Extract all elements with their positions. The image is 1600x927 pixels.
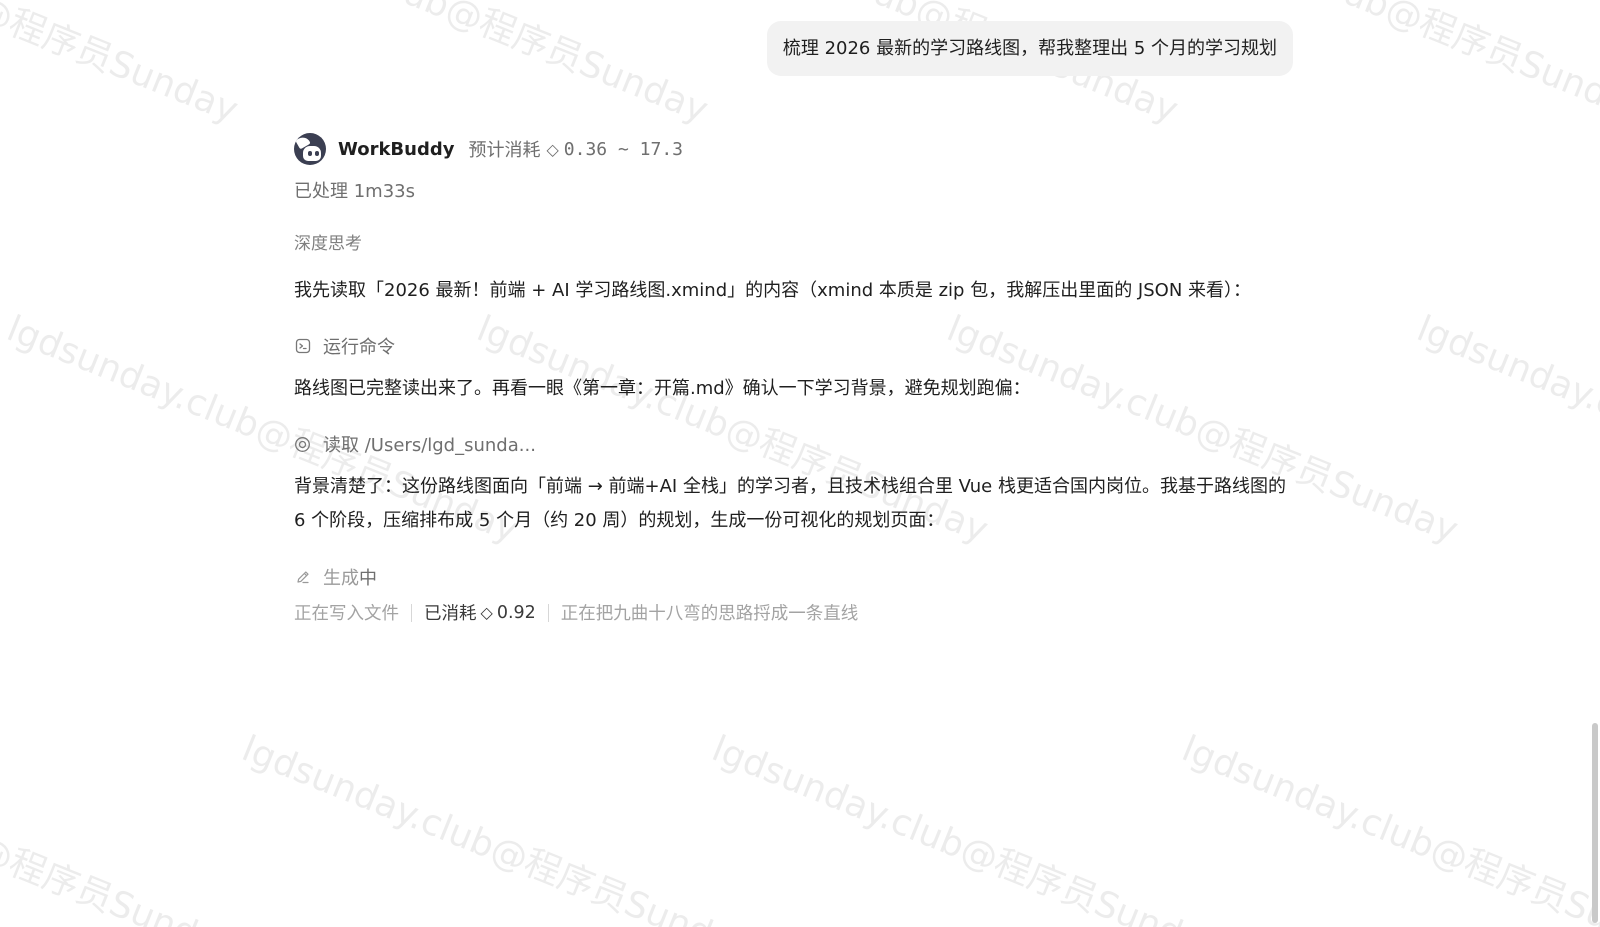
status-writing: 正在写入文件 (294, 604, 399, 624)
assistant-message: WorkBuddy 预计消耗 ◇ 0.36 ~ 17.3 已处理 1m33s 深… (294, 133, 1294, 624)
watermark: lgdsunday.club@程序员Sunday (236, 728, 759, 927)
status-thinking: 正在把九曲十八弯的思路捋成一条直线 (560, 604, 859, 624)
diamond-icon: ◇ (546, 139, 559, 159)
generating-suffix: 中 (359, 568, 377, 589)
status-separator (547, 603, 549, 622)
status-bar: 正在写入文件 已消耗 ◇ 0.92 正在把九曲十八弯的思路捋成一条直线 (294, 600, 858, 625)
chat-page: lgdsunday.club@程序员Sunday lgdsunday.club@… (0, 0, 1600, 927)
status-spent-value: 0.92 (496, 602, 536, 623)
generating-prefix: 生成 (323, 568, 359, 589)
tool-run-command-label: 运行命令 (323, 337, 395, 358)
tool-read-file-label: 读取 /Users/lgd_sunda... (323, 435, 536, 456)
assistant-text: 背景清楚了：这份路线图面向「前端 → 前端+AI 全栈」的学习者，且技术栈组合里… (294, 476, 1286, 531)
diamond-icon: ◇ (480, 603, 493, 622)
assistant-name: WorkBuddy (338, 138, 455, 160)
tool-read-file[interactable]: 读取 /Users/lgd_sunda... (294, 431, 536, 457)
assistant-text: 我先读取「2026 最新！前端 + AI 学习路线图.xmind」的内容（xmi… (294, 280, 1252, 301)
assistant-text: 路线图已完整读出来了。再看一眼《第一章：开篇.md》确认一下学习背景，避免规划跑… (294, 378, 1031, 399)
tool-generating-label: 生成中 (323, 564, 377, 590)
cost-estimate: 预计消耗 ◇ 0.36 ~ 17.3 (468, 136, 683, 162)
deep-thinking-toggle[interactable]: 深度思考 (294, 229, 362, 254)
tool-generating[interactable]: 生成中 (294, 564, 377, 590)
status-spent-label: 已消耗 (424, 604, 477, 624)
scrollbar-thumb[interactable] (1592, 723, 1598, 923)
assistant-header: WorkBuddy 预计消耗 ◇ 0.36 ~ 17.3 (294, 133, 1294, 165)
cost-estimate-range: 0.36 ~ 17.3 (563, 138, 683, 160)
status-spent: 已消耗 ◇ 0.92 (424, 600, 536, 625)
tool-run-command[interactable]: 运行命令 (294, 333, 395, 359)
eye-icon (294, 436, 311, 453)
user-message-bubble: 梳理 2026 最新的学习路线图，帮我整理出 5 个月的学习规划 (766, 21, 1293, 76)
watermark: lgdsunday.club@程序员Sunday (1411, 308, 1600, 552)
processed-time[interactable]: 已处理 1m33s (294, 177, 415, 203)
avatar (294, 133, 326, 165)
watermark: lgdsunday.club@程序员Sunday (706, 728, 1229, 927)
status-separator (411, 603, 412, 622)
watermark: lgdsunday.club@程序员Sunday (1176, 728, 1600, 927)
pencil-icon (294, 569, 311, 586)
watermark: lgdsunday.club@程序员Sunday (0, 0, 244, 132)
terminal-icon (294, 338, 311, 355)
scrollbar[interactable] (1588, 0, 1600, 927)
watermark: lgdsunday.club@程序员Sunday (191, 0, 714, 132)
cost-estimate-label: 预计消耗 (468, 140, 541, 161)
watermark: lgdsunday.club@程序员Sunday (0, 728, 244, 927)
